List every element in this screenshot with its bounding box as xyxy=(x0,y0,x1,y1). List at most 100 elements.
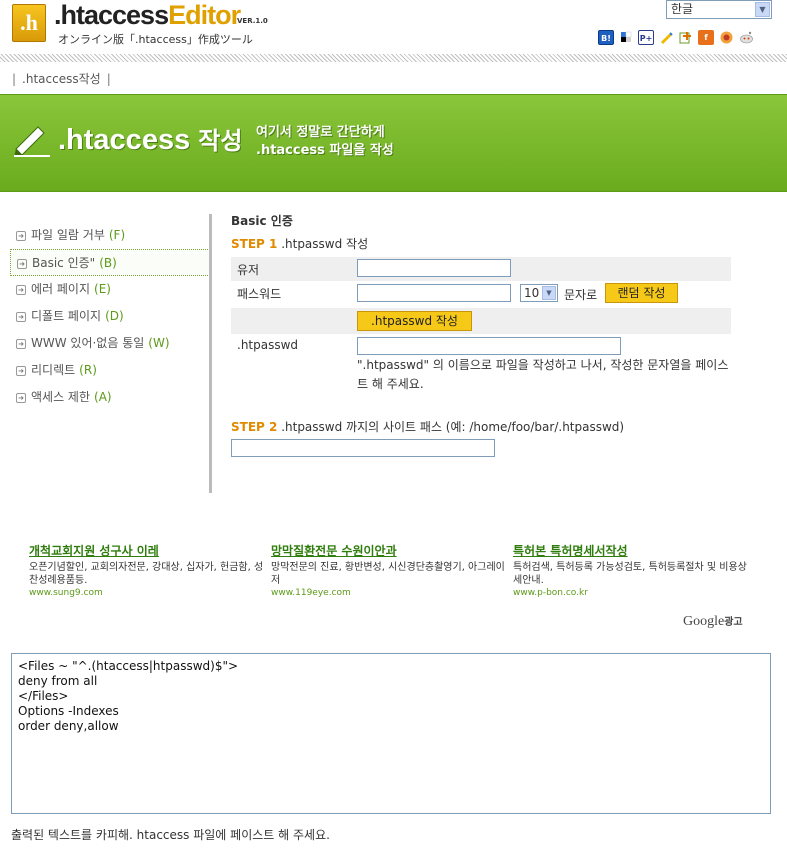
chevron-down-icon[interactable]: ▼ xyxy=(755,2,770,17)
ad-title[interactable]: 개척교회지원 성구사 이레 xyxy=(29,542,265,559)
arrow-right-icon: ➜ xyxy=(17,258,27,269)
sidebar-item-key: (R) xyxy=(79,363,97,377)
length-suffix: 문자로 xyxy=(564,288,598,302)
breadcrumb-separator: | xyxy=(106,72,111,86)
fc2-bookmark-icon[interactable]: f xyxy=(698,30,714,45)
length-value: 10 xyxy=(524,286,540,300)
step1-number: STEP 1 xyxy=(231,237,278,251)
header-divider xyxy=(0,54,787,62)
newsing-icon[interactable] xyxy=(718,30,734,45)
livedoor-clip-icon[interactable] xyxy=(658,30,674,45)
user-input[interactable] xyxy=(357,259,511,277)
section-title: Basic 인증 xyxy=(231,214,293,228)
sidebar-item-label: WWW 있어·없음 통일 xyxy=(31,336,145,350)
htpasswd-output-field[interactable] xyxy=(357,337,621,355)
sidebar-item-www[interactable]: ➜ WWW 있어·없음 통일 (W) xyxy=(10,330,212,357)
arrow-right-icon: ➜ xyxy=(16,392,26,403)
sidebar-item-label: 디폴트 페이지 xyxy=(31,309,102,323)
random-generate-button[interactable]: 랜덤 작성 xyxy=(605,283,678,303)
user-row: 유저 xyxy=(231,257,731,281)
sidebar-item-key: (D) xyxy=(105,309,124,323)
password-row: 패스워드 10 ▼ 문자로 랜덤 작성 xyxy=(231,282,731,306)
delicious-icon[interactable] xyxy=(618,30,634,45)
page-banner: .htaccess 작성 여기서 정말로 간단하게 .htaccess 파일을 … xyxy=(0,94,787,192)
sidebar-item-label: 액세스 제한 xyxy=(31,390,91,404)
sidebar-item-label: 에러 페이지 xyxy=(31,282,91,296)
logo-subtitle: オンライン版「.htaccess」作成ツール xyxy=(58,33,253,46)
sidebar-item-access-limit[interactable]: ➜ 액세스 제한 (A) xyxy=(10,384,212,411)
page-subtitle: 여기서 정말로 간단하게 .htaccess 파일을 작성 xyxy=(256,124,394,160)
password-label: 패스워드 xyxy=(237,287,282,301)
logo-title-part1: .htaccess xyxy=(54,0,169,30)
ad-title[interactable]: 망막질환전문 수원이안과 xyxy=(271,542,507,559)
sidebar-divider xyxy=(209,214,212,493)
arrow-right-icon: ➜ xyxy=(16,311,26,322)
step1-text: .htpasswd 작성 xyxy=(281,237,369,251)
sidebar-item-key: (A) xyxy=(94,390,112,404)
ad-block[interactable]: 개척교회지원 성구사 이레 오픈기념할인, 교회의자전문, 강대상, 십자가, … xyxy=(29,542,265,598)
sidebar-item-label: Basic 인증" xyxy=(32,256,96,270)
breadcrumb-separator: | xyxy=(12,72,17,86)
reddit-icon[interactable] xyxy=(738,30,754,45)
sidebar-item-error-page[interactable]: ➜ 에러 페이지 (E) xyxy=(10,276,212,303)
ad-description: 특허검색, 특허등록 가능성검토, 특허등록절차 및 비용상세안내. xyxy=(513,562,747,586)
htpasswd-note: ".htpasswd" 의 이름으로 파일을 작성하고 나서, 작성한 문자열을… xyxy=(357,358,729,391)
breadcrumb-item[interactable]: .htaccess작성 xyxy=(22,72,101,86)
sidebar-item-basic-auth[interactable]: ➜ Basic 인증" (B) xyxy=(10,249,212,276)
sidebar-item-key: (F) xyxy=(108,228,126,242)
ad-block[interactable]: 특허본 특허명세서작성 특허검색, 특허등록 가능성검토, 특허등록절차 및 비… xyxy=(513,542,749,598)
output-instruction: 출력된 텍스트를 카피해. htaccess 파일에 페이스트 해 주세요. xyxy=(11,828,330,842)
password-input[interactable] xyxy=(357,284,511,302)
htpasswd-label: .htpasswd xyxy=(237,338,299,352)
sidebar-item-label: 파일 일람 거부 xyxy=(31,228,105,242)
step2-text: .htpasswd 까지의 사이트 패스 (예: /home/foo/bar/.… xyxy=(281,420,625,434)
sidebar-item-key: (W) xyxy=(148,336,170,350)
user-label: 유저 xyxy=(237,263,260,277)
sidebar-item-file-listing[interactable]: ➜ 파일 일람 거부 (F) xyxy=(10,222,212,249)
sidebar-item-label: 리디렉트 xyxy=(31,363,76,377)
ad-url[interactable]: www.119eye.com xyxy=(271,588,507,598)
ad-url[interactable]: www.sung9.com xyxy=(29,588,265,598)
ad-url[interactable]: www.p-bon.co.kr xyxy=(513,588,749,598)
arrow-right-icon: ➜ xyxy=(16,230,26,241)
logo-title[interactable]: .htaccessEditor xyxy=(54,0,241,31)
site-header: .h .htaccessEditor VER.1.0 オンライン版「.htacc… xyxy=(0,0,787,62)
hatena-bookmark-icon[interactable]: B! xyxy=(598,30,614,45)
pookmark-icon[interactable]: P+ xyxy=(638,30,654,45)
sidebar-item-key: (B) xyxy=(99,256,117,270)
step2-heading: STEP 2 .htpasswd 까지의 사이트 패스 (예: /home/fo… xyxy=(231,418,624,435)
page-title-main: .htaccess xyxy=(58,124,191,156)
ad-description: 오픈기념할인, 교회의자전문, 강대상, 십자가, 헌금함, 성찬성례용품등. xyxy=(29,562,264,586)
length-select[interactable]: 10 ▼ xyxy=(520,284,558,302)
sidebar-item-default-page[interactable]: ➜ 디폴트 페이지 (D) xyxy=(10,303,212,330)
arrow-right-icon: ➜ xyxy=(16,284,26,295)
bookmark-icons: B! P+ f xyxy=(598,30,754,46)
google-ads-suffix: 광고 xyxy=(724,617,743,628)
breadcrumb: | .htaccess작성 | xyxy=(12,70,111,87)
arrow-right-icon: ➜ xyxy=(16,365,26,376)
step2-number: STEP 2 xyxy=(231,420,278,434)
page-title: .htaccess 작성 xyxy=(58,121,242,157)
sidebar-item-key: (E) xyxy=(94,282,111,296)
create-row: .htpasswd 작성 xyxy=(231,308,731,334)
version-label: VER.1.0 xyxy=(237,17,268,25)
buzzurl-icon[interactable] xyxy=(678,30,694,45)
ad-description: 망막전문의 진료, 황반변성, 시신경단층촬영기, 아그레이저 xyxy=(271,562,505,586)
logo-title-part2: Editor xyxy=(168,0,241,30)
logo-icon[interactable]: .h xyxy=(12,4,46,42)
google-ads-label[interactable]: Google광고 xyxy=(683,613,743,630)
google-brand: Google xyxy=(683,614,725,629)
htpasswd-path-input[interactable] xyxy=(231,439,495,457)
chevron-down-icon[interactable]: ▼ xyxy=(542,286,556,300)
ad-block[interactable]: 망막질환전문 수원이안과 망막전문의 진료, 황반변성, 시신경단층촬영기, 아… xyxy=(271,542,507,598)
sidebar-item-redirect[interactable]: ➜ 리디렉트 (R) xyxy=(10,357,212,384)
step1-heading: STEP 1 .htpasswd 작성 xyxy=(231,235,368,252)
page-subtitle-line2: .htaccess 파일을 작성 xyxy=(256,143,394,158)
sidebar-nav: ➜ 파일 일람 거부 (F) ➜ Basic 인증" (B) ➜ 에러 페이지 (E) ➜ 디… xyxy=(10,222,212,411)
page-title-suffix: 작성 xyxy=(198,128,243,155)
htpasswd-create-button[interactable]: .htpasswd 작성 xyxy=(357,311,472,331)
pencil-icon xyxy=(14,126,50,157)
language-select[interactable]: 한글 ▼ xyxy=(666,0,772,19)
ad-title[interactable]: 특허본 특허명세서작성 xyxy=(513,542,749,559)
htaccess-output-textarea[interactable]: <Files ~ "^.(htaccess|htpasswd)$"> deny … xyxy=(11,653,771,814)
